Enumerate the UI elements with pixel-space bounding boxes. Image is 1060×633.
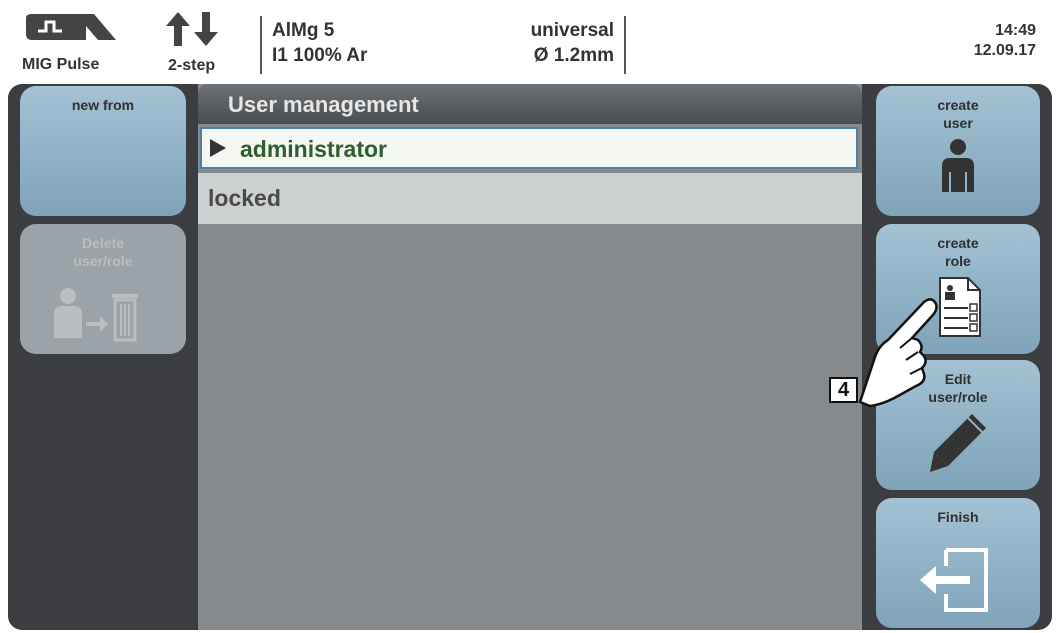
create-user-label: create user <box>876 96 1040 132</box>
status-divider <box>624 16 626 74</box>
pencil-icon <box>930 414 986 472</box>
step-number-badge: 4 <box>829 377 858 403</box>
process-mode-label: MIG Pulse <box>22 56 100 73</box>
user-icon <box>942 139 974 192</box>
create-user-button[interactable]: create user <box>876 86 1040 216</box>
finish-label: Finish <box>937 509 979 525</box>
time-label: 14:49 <box>995 22 1036 39</box>
delete-label: Delete user/role <box>20 234 186 270</box>
user-management-list: User management administrator locked <box>198 84 862 630</box>
create-role-label-line2: role <box>945 253 971 269</box>
status-bar: MIG Pulse 2-step AlMg 5 I1 100% Ar unive… <box>0 0 1060 84</box>
create-role-label: create role <box>876 234 1040 270</box>
gas-label: I1 100% Ar <box>272 45 368 66</box>
create-role-label-line1: create <box>937 235 979 251</box>
material-label: AlMg 5 <box>272 20 335 41</box>
list-item-locked[interactable]: locked <box>198 173 862 224</box>
page-title: User management <box>228 92 419 117</box>
delete-user-role-button[interactable]: Delete user/role <box>20 224 186 354</box>
user-to-trash-icon <box>54 288 138 342</box>
mig-pulse-icon <box>26 14 116 40</box>
finish-button[interactable]: Finish <box>876 498 1040 628</box>
selection-arrow-icon <box>210 139 226 157</box>
new-from-label: new from <box>71 97 135 113</box>
up-down-arrows-icon <box>166 12 218 46</box>
list-item-label: locked <box>208 185 281 211</box>
list-item-label: administrator <box>240 136 387 162</box>
list-item-administrator[interactable]: administrator <box>200 127 858 169</box>
wire-diameter-label: Ø 1.2mm <box>533 45 614 66</box>
new-from-button[interactable]: new from <box>20 86 186 216</box>
create-user-label-line1: create <box>937 97 979 113</box>
create-user-label-line2: user <box>943 115 973 131</box>
characteristic-label: universal <box>530 20 614 41</box>
status-divider <box>260 16 262 74</box>
exit-door-icon <box>920 548 988 612</box>
date-label: 12.09.17 <box>973 42 1036 59</box>
operating-mode-label: 2-step <box>168 57 216 74</box>
list-header: User management <box>198 84 862 124</box>
delete-label-line1: Delete <box>81 235 125 251</box>
delete-label-line2: user/role <box>73 253 133 269</box>
